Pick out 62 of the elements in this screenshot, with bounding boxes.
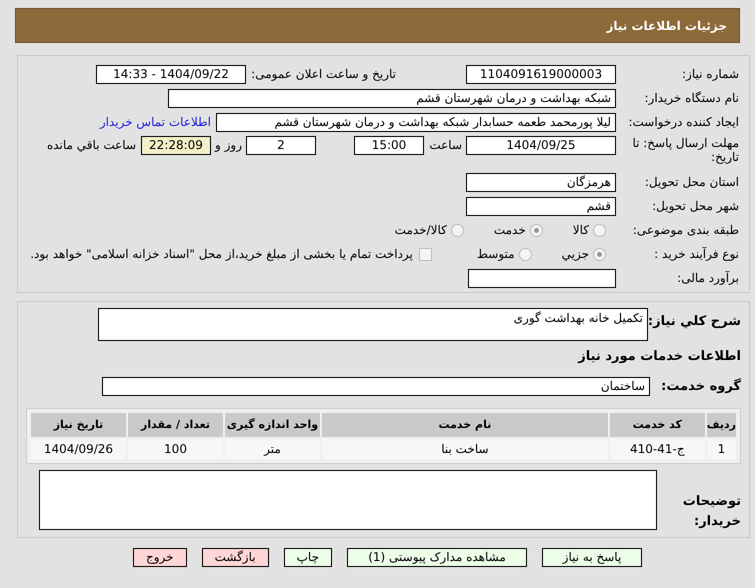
checkbox-label: پرداخت تمام یا بخشی از مبلغ خرید،از محل "اسناد خزانه اسلامی" خواهد بود. xyxy=(30,246,413,263)
radio-button[interactable] xyxy=(593,248,606,260)
input-field[interactable]: شبکه بهداشت و درمان شهرستان قشم xyxy=(168,88,616,108)
radio-button[interactable] xyxy=(450,224,464,236)
radio-label: جزیي xyxy=(562,246,589,263)
description-box[interactable]: تکمیل خانه بهداشت گوری xyxy=(98,308,648,341)
input-field[interactable]: 1104091619000003 xyxy=(466,64,616,84)
input-field[interactable]: 2 xyxy=(246,136,316,155)
field-label: نام دستگاه خریدار: xyxy=(644,90,739,107)
action-button[interactable]: بازگشت xyxy=(202,548,269,567)
field-label: استان محل تحویل: xyxy=(644,174,739,191)
column-header: نام خدمت xyxy=(322,413,608,437)
input-field[interactable]: قشم xyxy=(466,196,616,216)
countdown-field[interactable]: 22:28:09 xyxy=(141,136,211,155)
input-field[interactable]: 1404/09/25 xyxy=(466,136,616,155)
table-cell: 1 xyxy=(706,439,736,459)
radio-button[interactable] xyxy=(593,224,606,236)
checkbox[interactable] xyxy=(418,248,432,260)
column-header: تاریخ نیاز xyxy=(31,413,126,437)
column-header: واحد اندازه گیری xyxy=(225,413,320,437)
action-button[interactable]: چاپ xyxy=(284,548,332,567)
input-field[interactable]: لیلا پورمحمد طعمه حسابدار شبکه بهداشت و درمان شهرستان قشم xyxy=(216,112,616,132)
table-cell: ساخت بنا xyxy=(322,439,608,459)
action-button[interactable]: مشاهده مدارک پیوستی (1) xyxy=(346,548,527,567)
radio-label: متوسط xyxy=(476,246,515,263)
field-label: نوع فرآیند خرید : xyxy=(653,246,739,263)
input-field[interactable]: هرمزگان xyxy=(466,172,616,192)
field-label: توضیحات خریدار: xyxy=(682,493,741,530)
field-label: شهر محل تحویل: xyxy=(651,198,739,215)
radio-button[interactable] xyxy=(518,248,532,260)
radio-button[interactable] xyxy=(530,224,543,236)
input-field[interactable]: ساختمان xyxy=(102,376,650,396)
radio-label: کالا xyxy=(572,222,589,239)
action-button[interactable]: خروج xyxy=(133,548,187,567)
column-header: ردیف xyxy=(706,413,736,437)
input-field[interactable]: 1404/09/22 - 14:33 xyxy=(96,64,246,84)
table-cell: 100 xyxy=(128,439,223,459)
input-field[interactable] xyxy=(468,268,616,288)
field-label: ایجاد کننده درخواست: xyxy=(627,114,739,131)
field-label: شرح کلي نیاز: xyxy=(648,313,741,331)
field-label: طبقه بندی موضوعی: xyxy=(632,222,739,239)
radio-label: خدمت xyxy=(494,222,526,239)
table-cell: متر xyxy=(225,439,320,459)
radio-label: کالا/خدمت xyxy=(394,222,447,239)
page-title: جزئیات اطلاعات نیاز xyxy=(606,18,727,34)
input-field[interactable]: 15:00 xyxy=(354,136,424,155)
section-title: اطلاعات خدمات مورد نیاز xyxy=(576,348,741,366)
notes-box[interactable] xyxy=(39,470,657,530)
action-button[interactable]: پاسخ به نیاز xyxy=(542,548,642,567)
field-label: روز و xyxy=(215,137,242,154)
table-cell: ج-41-410 xyxy=(610,439,705,459)
field-label: برآورد مالی: xyxy=(676,270,739,287)
field-label: ساعت xyxy=(428,137,462,154)
contact-link[interactable]: اطلاعات تماس خریدار xyxy=(100,113,211,131)
column-header: تعداد / مقدار xyxy=(128,413,223,437)
field-label: تاریخ و ساعت اعلان عمومی: xyxy=(250,66,396,83)
field-label: گروه خدمت: xyxy=(660,377,741,396)
column-header: کد خدمت xyxy=(610,413,705,437)
field-label: مهلت ارسال پاسخ: تا تاریخ: xyxy=(631,136,739,164)
field-label: شماره نیاز: xyxy=(681,66,739,83)
field-label: ساعت باقي مانده xyxy=(46,137,136,154)
table-cell: 1404/09/26 xyxy=(31,439,126,459)
